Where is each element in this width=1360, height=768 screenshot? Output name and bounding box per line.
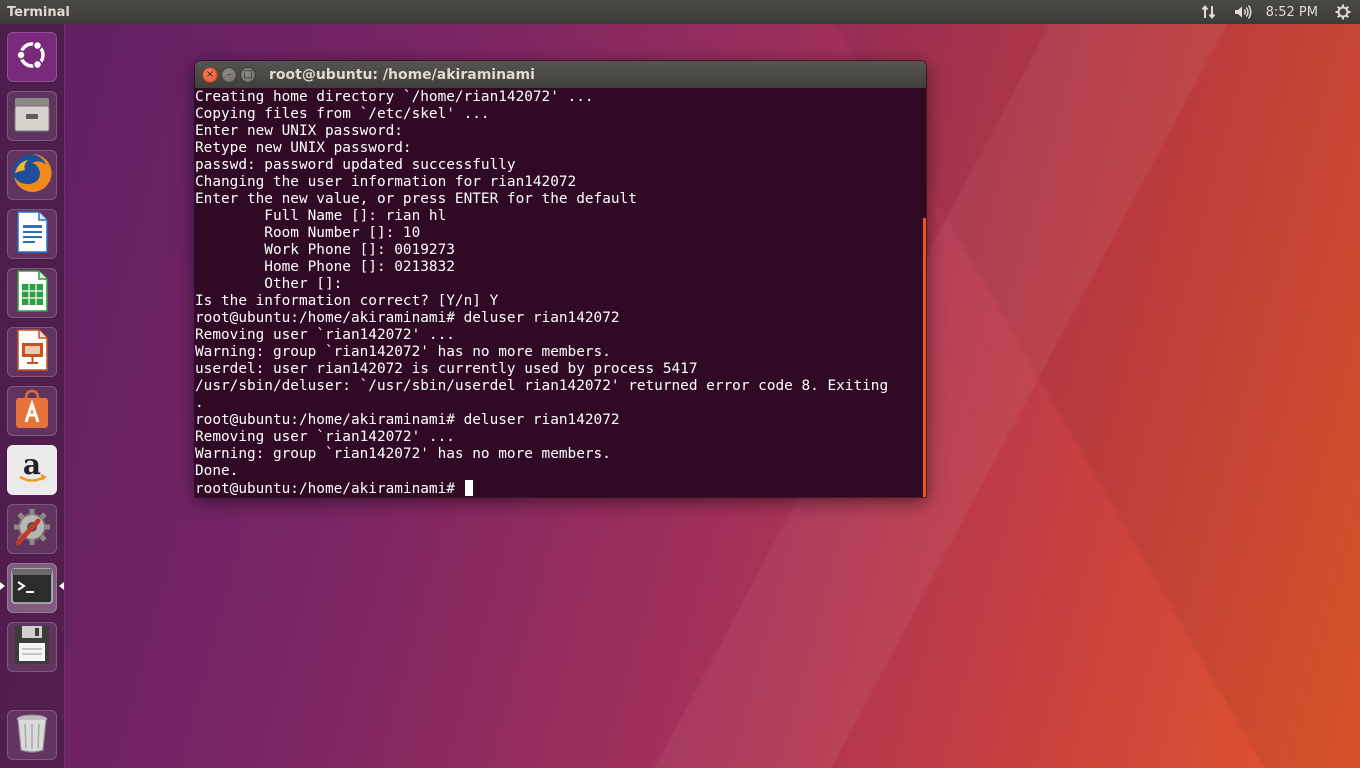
trash-icon [14,712,50,758]
ubuntu-logo-icon [13,36,51,78]
terminal-line: Is the information correct? [Y/n] Y [195,293,499,309]
terminal-line: Work Phone []: 0019273 [195,242,455,258]
terminal-prompt-line[interactable]: root@ubuntu:/home/akiraminami# [195,480,926,497]
software-bag-icon [11,387,53,435]
text-cursor [464,480,473,496]
terminal-line: /usr/sbin/deluser: `/usr/sbin/userdel ri… [195,378,889,394]
close-icon[interactable]: × [202,66,218,83]
settings-wrench-icon [10,505,54,553]
launcher-terminal[interactable] [7,563,57,613]
launcher-calc[interactable] [7,268,57,318]
terminal-line: Copying files from `/etc/skel' ... [195,106,490,122]
writer-icon [12,210,52,258]
terminal-line: Changing the user information for rian14… [195,174,577,190]
terminal-line: Enter the new value, or press ENTER for … [195,191,637,207]
terminal-line: Enter new UNIX password: [195,123,403,139]
terminal-line: . [195,395,204,411]
launcher-trash[interactable] [7,710,57,760]
terminal-line: Home Phone []: 0213832 [195,259,455,275]
focused-app-indicator [59,582,64,590]
network-updown-icon[interactable] [1198,0,1220,24]
files-drawer-icon [11,93,53,139]
terminal-line: Removing user `rian142072' ... [195,327,455,343]
clock[interactable]: 8:52 PM [1266,0,1318,24]
terminal-line: Warning: group `rian142072' has no more … [195,446,611,462]
system-tray: 8:52 PM [1198,0,1360,24]
launcher-amazon[interactable]: a [7,445,57,495]
terminal-output[interactable]: Creating home directory `/home/rian14207… [195,88,926,497]
top-panel: Terminal 8:52 PM [0,0,1360,24]
launcher-files[interactable] [7,91,57,141]
launcher-software[interactable] [7,386,57,436]
terminal-line: Full Name []: rian hl [195,208,447,224]
terminal-line: Room Number []: 10 [195,225,421,241]
terminal-line: userdel: user rian142072 is currently us… [195,361,698,377]
calc-icon [12,269,52,317]
launcher-firefox[interactable] [7,150,57,200]
impress-icon [12,328,52,376]
volume-icon[interactable] [1232,0,1254,24]
floppy-icon [12,624,52,670]
launcher-impress[interactable] [7,327,57,377]
active-app-title: Terminal [7,4,70,20]
minimize-icon[interactable]: – [221,66,237,83]
power-gear-icon[interactable] [1334,0,1352,24]
terminal-line: root@ubuntu:/home/akiraminami# deluser r… [195,412,620,428]
terminal-line: Other []: [195,276,343,292]
terminal-line: passwd: password updated successfully [195,157,516,173]
launcher-writer[interactable] [7,209,57,259]
terminal-scrollbar[interactable] [923,218,926,497]
shell-prompt: root@ubuntu:/home/akiraminami# [195,481,464,497]
terminal-icon [11,568,53,608]
terminal-line: Removing user `rian142072' ... [195,429,455,445]
launcher-ubuntu-dash[interactable] [7,32,57,82]
active-app-indicator [0,582,5,590]
window-titlebar[interactable]: × – □ root@ubuntu: /home/akiraminami [195,61,926,88]
terminal-line: Warning: group `rian142072' has no more … [195,344,611,360]
terminal-line: Retype new UNIX password: [195,140,412,156]
terminal-line: root@ubuntu:/home/akiraminami# deluser r… [195,310,620,326]
firefox-icon [10,151,54,199]
terminal-window[interactable]: × – □ root@ubuntu: /home/akiraminami Cre… [195,61,926,497]
launcher-settings[interactable] [7,504,57,554]
terminal-line: Creating home directory `/home/rian14207… [195,89,594,105]
terminal-line: Done. [195,463,239,479]
window-title: root@ubuntu: /home/akiraminami [269,66,535,83]
launcher-disk[interactable] [7,622,57,672]
launcher: a [0,24,65,768]
maximize-icon[interactable]: □ [240,66,256,83]
svg-text:a: a [23,448,41,481]
amazon-icon: a [12,448,52,492]
